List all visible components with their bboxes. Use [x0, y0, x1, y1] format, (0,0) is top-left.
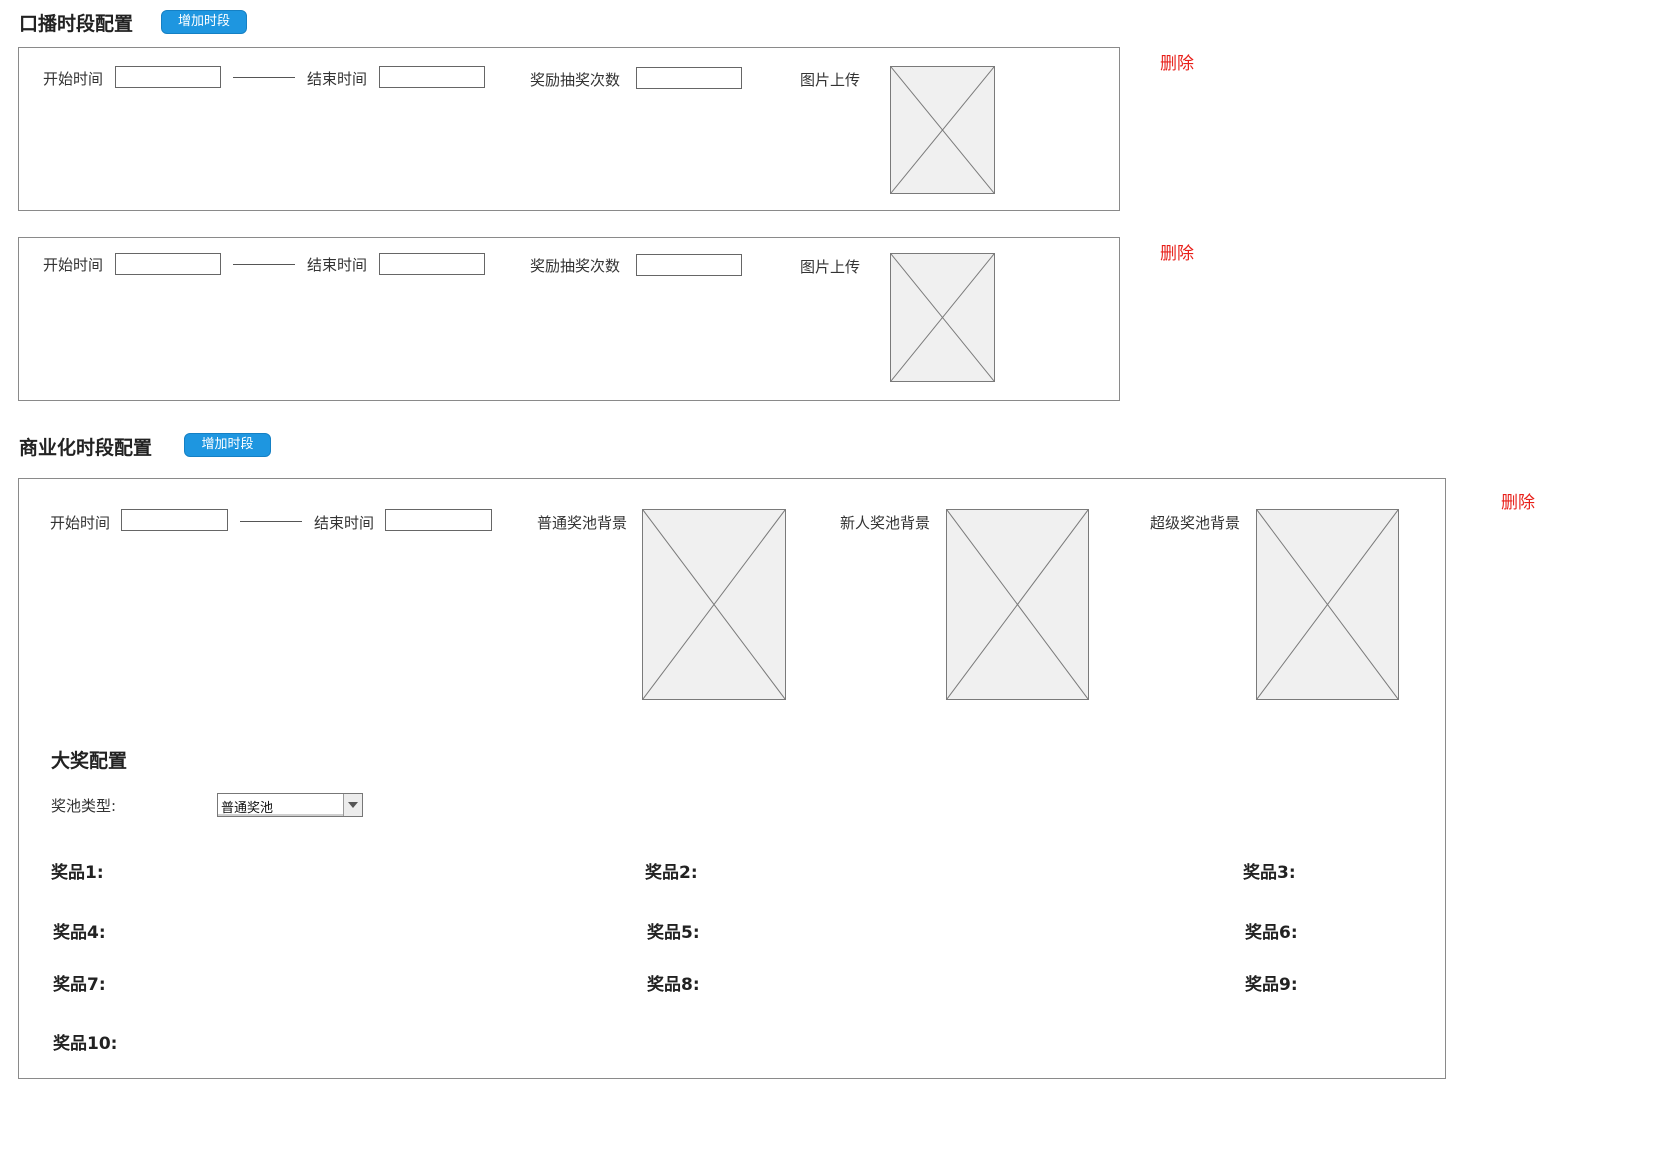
start-time-input[interactable] — [115, 253, 221, 275]
prize-label: 奖品4: — [53, 923, 106, 943]
image-upload-label: 图片上传 — [800, 258, 861, 276]
grand-prize-title: 大奖配置 — [51, 750, 128, 772]
delete-slot-button[interactable]: 删除 — [1501, 488, 1535, 513]
end-time-input[interactable] — [385, 509, 492, 531]
lottery-count-input[interactable] — [636, 67, 742, 89]
image-placeholder-icon[interactable] — [1256, 509, 1399, 700]
delete-slot-button[interactable]: 删除 — [1160, 49, 1194, 74]
range-separator — [233, 77, 295, 78]
commercial-section-title: 商业化时段配置 — [19, 437, 153, 459]
image-upload-label: 图片上传 — [800, 71, 861, 89]
prize-label: 奖品8: — [647, 975, 700, 995]
commercial-add-slot-button[interactable]: 增加时段 — [184, 433, 271, 457]
chevron-down-icon[interactable] — [343, 794, 362, 816]
end-time-input[interactable] — [379, 66, 485, 88]
lottery-count-label: 奖励抽奖次数 — [530, 257, 621, 275]
pool-type-value: 普通奖池 — [221, 801, 274, 816]
image-placeholder-icon[interactable] — [946, 509, 1089, 700]
end-time-label: 结束时间 — [307, 70, 368, 88]
prize-label: 奖品9: — [1245, 975, 1298, 995]
prize-label: 奖品3: — [1243, 863, 1296, 883]
prize-label: 奖品1: — [51, 863, 104, 883]
prize-label: 奖品2: — [645, 863, 698, 883]
end-time-label: 结束时间 — [314, 514, 375, 532]
image-placeholder-icon[interactable] — [890, 253, 995, 382]
image-placeholder-icon[interactable] — [890, 66, 995, 194]
range-separator — [240, 521, 302, 522]
oral-section-title: 口播时段配置 — [19, 13, 134, 35]
newbie-pool-bg-label: 新人奖池背景 — [840, 514, 931, 532]
end-time-label: 结束时间 — [307, 256, 368, 274]
end-time-input[interactable] — [379, 253, 485, 275]
prize-label: 奖品5: — [647, 923, 700, 943]
prize-label: 奖品7: — [53, 975, 106, 995]
lottery-count-label: 奖励抽奖次数 — [530, 71, 621, 89]
start-time-input[interactable] — [115, 66, 221, 88]
start-time-label: 开始时间 — [43, 70, 104, 88]
start-time-label: 开始时间 — [50, 514, 111, 532]
image-placeholder-icon[interactable] — [642, 509, 786, 700]
start-time-label: 开始时间 — [43, 256, 104, 274]
pool-type-label: 奖池类型: — [51, 797, 117, 815]
delete-slot-button[interactable]: 删除 — [1160, 239, 1194, 264]
pool-type-select[interactable]: 普通奖池 — [217, 793, 363, 817]
prize-label: 奖品6: — [1245, 923, 1298, 943]
super-pool-bg-label: 超级奖池背景 — [1150, 514, 1241, 532]
prize-label: 奖品10: — [53, 1034, 118, 1054]
normal-pool-bg-label: 普通奖池背景 — [537, 514, 628, 532]
start-time-input[interactable] — [121, 509, 228, 531]
lottery-count-input[interactable] — [636, 254, 742, 276]
oral-add-slot-button[interactable]: 增加时段 — [161, 10, 247, 34]
range-separator — [233, 264, 295, 265]
